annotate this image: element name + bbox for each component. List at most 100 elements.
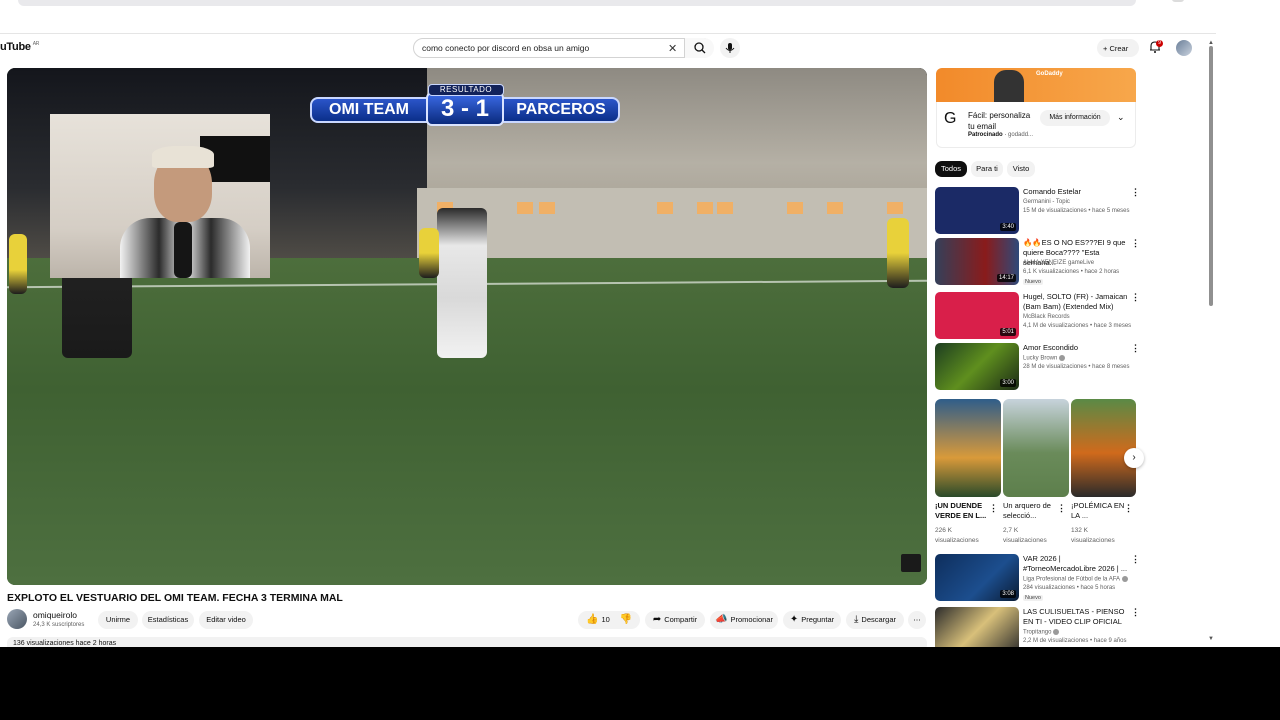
recommendation-item[interactable]: 14:17 🔥🔥ES O NO ES???EI 9 que quiere Boc…: [935, 238, 1145, 286]
clear-search-icon[interactable]: ✕: [668, 42, 677, 55]
more-actions-button[interactable]: ⋯: [908, 611, 926, 629]
like-button[interactable]: 👍 10: [586, 614, 610, 625]
edit-video-button[interactable]: Editar video: [199, 611, 253, 629]
recommendation-channel[interactable]: Liga Profesional de Fútbol de la AFA: [1023, 576, 1129, 583]
subscriber-count: 24,3 K suscriptores: [33, 622, 85, 628]
channel-watermark-icon[interactable]: [901, 554, 921, 572]
ad-brand-logo: GoDaddy: [1036, 71, 1063, 77]
godaddy-logo-icon: G: [944, 110, 957, 127]
video-thumbnail[interactable]: 14:17: [935, 238, 1019, 285]
ad-more-info-button[interactable]: Más información: [1040, 110, 1110, 126]
more-vertical-icon[interactable]: ⋮: [1131, 238, 1140, 249]
channel-name[interactable]: omiqueirolo: [33, 610, 77, 620]
promote-button[interactable]: 📣 Promocionar: [710, 611, 778, 629]
region-badge: AR: [32, 41, 40, 47]
search-icon: [694, 42, 706, 54]
video-frame-player: [437, 208, 487, 358]
new-badge: Nuevo: [1023, 279, 1043, 285]
browser-address-bar[interactable]: [18, 0, 1136, 6]
scroll-down-icon[interactable]: ▼: [1208, 636, 1214, 642]
ad-card[interactable]: [936, 102, 1136, 148]
more-vertical-icon[interactable]: ⋮: [1131, 554, 1140, 565]
ad-banner-image[interactable]: GoDaddy: [936, 68, 1136, 102]
create-button[interactable]: + Crear: [1097, 39, 1139, 57]
more-vertical-icon[interactable]: ⋮: [1131, 292, 1140, 303]
recommendation-title[interactable]: LAS CULISUELTAS - PIENSO EN TI - VIDEO C…: [1023, 607, 1131, 627]
more-vertical-icon[interactable]: ⋮: [1124, 503, 1133, 514]
video-player[interactable]: OMI TEAM PARCEROS 3 - 1 RESULTADO: [7, 68, 927, 585]
search-button[interactable]: [684, 38, 714, 58]
recommendation-title[interactable]: VAR 2026 | #TorneoMercadoLibre 2026 | ..…: [1023, 554, 1131, 574]
video-thumbnail[interactable]: 3:40: [935, 187, 1019, 234]
recommendation-item[interactable]: 3:40 Comando Estelar Germanini - Topic 1…: [935, 187, 1145, 235]
account-avatar[interactable]: [1176, 40, 1192, 56]
search-bar[interactable]: como conecto por discord en obsa un amig…: [413, 38, 714, 58]
chip-watched[interactable]: Visto: [1007, 161, 1035, 177]
recommendation-item[interactable]: 3:08 VAR 2026 | #TorneoMercadoLibre 2026…: [935, 554, 1145, 602]
scrollbar-thumb[interactable]: [1209, 46, 1213, 306]
page-scrollbar[interactable]: ▲ ▼: [1206, 40, 1216, 647]
short-thumbnail[interactable]: [935, 399, 1001, 497]
chip-for-you[interactable]: Para ti: [971, 161, 1003, 177]
search-input[interactable]: como conecto por discord en obsa un amig…: [422, 43, 589, 53]
more-vertical-icon[interactable]: ⋮: [989, 503, 998, 514]
description-meta: 136 visualizaciones hace 2 horas: [13, 640, 117, 647]
short-views: 2,7 K visualizaciones: [1003, 527, 1047, 544]
more-vertical-icon[interactable]: ⋮: [1131, 187, 1140, 198]
dislike-button[interactable]: 👎: [620, 614, 635, 625]
recommendation-meta: 2,2 M de visualizaciones • hace 9 años: [1023, 638, 1127, 644]
video-thumbnail[interactable]: 5:01: [935, 292, 1019, 339]
more-vertical-icon[interactable]: ⋮: [1131, 607, 1140, 618]
more-vertical-icon[interactable]: ⋮: [1057, 503, 1066, 514]
share-button[interactable]: ➦ Compartir: [645, 611, 705, 629]
recommendation-channel[interactable]: Tropitango: [1023, 629, 1060, 636]
more-vertical-icon[interactable]: ⋮: [1131, 343, 1140, 354]
scoreboard-overlay: OMI TEAM PARCEROS 3 - 1 RESULTADO: [310, 84, 620, 128]
video-thumbnail[interactable]: 3:08: [935, 554, 1019, 601]
short-title[interactable]: ¡UN DUENDE VERDE EN L...: [935, 501, 991, 521]
recommendation-title[interactable]: Amor Escondido: [1023, 343, 1131, 353]
short-thumbnail[interactable]: [1003, 399, 1069, 497]
verified-icon: [1122, 576, 1129, 582]
recommendation-channel[interactable]: Germanini - Topic: [1023, 199, 1070, 205]
ask-button[interactable]: ✦ Preguntar: [783, 611, 841, 629]
video-frame-player: [419, 228, 439, 278]
scoreboard-home-team: OMI TEAM: [310, 97, 428, 123]
video-thumbnail[interactable]: 3:00: [935, 343, 1019, 390]
microphone-icon: [725, 43, 735, 53]
youtube-logo[interactable]: uTube AR: [0, 41, 39, 53]
download-button[interactable]: ⤓ Descargar: [846, 611, 904, 629]
recommendation-meta: 4,1 M de visualizaciones • hace 3 meses: [1023, 323, 1132, 329]
duration-badge: 3:08: [1000, 590, 1016, 598]
shorts-next-button[interactable]: ›: [1124, 448, 1144, 468]
browser-toolbar: [0, 0, 1216, 34]
recommendation-channel[interactable]: ALMA XENEIZE gameLive: [1023, 260, 1094, 266]
recommendation-item[interactable]: LAS CULISUELTAS - PIENSO EN TI - VIDEO C…: [935, 607, 1145, 647]
chip-all[interactable]: Todos: [935, 161, 967, 177]
recommendation-channel[interactable]: Lucky Brown: [1023, 355, 1066, 362]
recommendation-item[interactable]: 3:00 Amor Escondido Lucky Brown 28 M de …: [935, 343, 1145, 391]
short-title[interactable]: Un arquero de selecció...: [1003, 501, 1059, 521]
video-thumbnail[interactable]: [935, 607, 1019, 647]
verified-icon: [1059, 355, 1066, 361]
join-button[interactable]: Unirme: [98, 611, 138, 629]
sponsored-label: Patrocinado: [968, 132, 1003, 138]
recommendation-title[interactable]: Comando Estelar: [1023, 187, 1131, 197]
chevron-down-icon[interactable]: ⌄: [1117, 112, 1125, 123]
recommendation-item[interactable]: 5:01 Hugel, SOLTO (FR) - Jamaican (Bam B…: [935, 292, 1145, 340]
duration-badge: 14:17: [996, 274, 1016, 282]
voice-search-button[interactable]: [720, 38, 740, 58]
stats-button[interactable]: Estadísticas: [142, 611, 194, 629]
recommendation-title[interactable]: Hugel, SOLTO (FR) - Jamaican (Bam Bam) (…: [1023, 292, 1131, 312]
recommendation-channel[interactable]: McBlack Records: [1023, 314, 1070, 320]
short-title[interactable]: ¡POLÉMICA EN LA ...: [1071, 501, 1127, 521]
ad-title[interactable]: Fácil: personaliza tu email: [968, 110, 1034, 132]
description-box[interactable]: 136 visualizaciones hace 2 horas: [7, 637, 927, 647]
screen-bottom-margin: [0, 647, 1280, 720]
recommendation-meta: 6,1 K visualizaciones • hace 2 horas: [1023, 269, 1120, 275]
thumbs-down-icon: 👎: [619, 614, 633, 626]
short-thumbnail[interactable]: [1071, 399, 1136, 497]
browser-profile-icon[interactable]: [1172, 0, 1184, 2]
channel-avatar[interactable]: [7, 609, 27, 629]
sparkle-icon: ✦: [789, 614, 799, 626]
